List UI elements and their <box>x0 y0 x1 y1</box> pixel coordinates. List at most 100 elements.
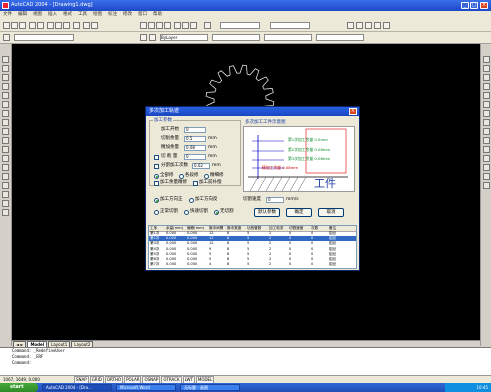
match-properties-icon[interactable] <box>73 22 80 29</box>
color-combo[interactable]: ByLayer <box>160 34 208 41</box>
layer-manager-icon[interactable] <box>347 22 354 29</box>
finish-amount-input[interactable]: 0.08 <box>184 145 206 151</box>
mode-none-radio[interactable] <box>214 210 219 215</box>
table-row[interactable]: 第6次 0.000 0.000 5 8 5 2 0 0 钼丝 <box>149 257 356 262</box>
construction-line-icon[interactable] <box>2 65 9 72</box>
dialog-close-button[interactable]: × <box>349 108 357 115</box>
table-row[interactable]: 第1次 0.000 0.000 12 8 5 2 0 0 钼丝 <box>149 231 356 236</box>
fillet-icon[interactable] <box>483 173 490 180</box>
multiline-text-icon[interactable] <box>2 209 9 216</box>
help-icon[interactable] <box>204 22 211 29</box>
minimize-button[interactable]: _ <box>461 2 469 9</box>
command-window[interactable]: Command: _RedefineUser Command: _ERF Com… <box>0 347 491 375</box>
linetype-combo[interactable] <box>212 34 260 41</box>
polyline-icon[interactable] <box>2 74 9 81</box>
menu-file[interactable]: 文件 <box>0 11 15 19</box>
properties-icon[interactable] <box>174 22 181 29</box>
zoom-window-icon[interactable] <box>156 22 163 29</box>
table-row[interactable]: 第5次 0.000 0.000 5 8 5 2 0 0 钼丝 <box>149 252 356 257</box>
menu-window[interactable]: 窗口 <box>135 11 150 19</box>
point-icon[interactable] <box>2 173 9 180</box>
copy-icon[interactable] <box>55 22 62 29</box>
multi-checkbox[interactable] <box>154 164 159 169</box>
print-icon[interactable] <box>29 22 36 29</box>
menu-format[interactable]: 格式 <box>60 11 75 19</box>
arc-icon[interactable] <box>2 101 9 108</box>
insert-block-icon[interactable] <box>2 155 9 162</box>
copy-object-icon[interactable] <box>483 65 490 72</box>
menu-draw[interactable]: 绘图 <box>90 11 105 19</box>
ok-button[interactable]: 确定 <box>286 208 312 217</box>
cut-icon[interactable] <box>47 22 54 29</box>
mirror-icon[interactable] <box>483 74 490 81</box>
zoom-previous-icon[interactable] <box>164 22 171 29</box>
pan-icon[interactable] <box>140 22 147 29</box>
array-icon[interactable] <box>483 92 490 99</box>
ellipse-arc-icon[interactable] <box>2 146 9 153</box>
task-paint[interactable]: 无标题 - 画图 <box>180 384 240 391</box>
redo-icon[interactable] <box>91 22 98 29</box>
menu-modify[interactable]: 修改 <box>120 11 135 19</box>
save-icon[interactable] <box>19 22 26 29</box>
linetype-icon[interactable] <box>374 22 381 29</box>
trim-icon[interactable] <box>483 137 490 144</box>
dir-reverse-radio[interactable] <box>189 198 194 203</box>
break-icon[interactable] <box>483 155 490 162</box>
layer-state-icon[interactable] <box>356 22 363 29</box>
table-row[interactable]: 第7次 0.000 0.000 4 8 5 2 0 0 钼丝 <box>149 262 356 267</box>
scale-icon[interactable] <box>483 119 490 126</box>
start-button[interactable]: start <box>0 383 38 392</box>
task-autocad[interactable]: AutoCAD 2004 - [Dra... <box>42 384 112 391</box>
text-style-combo[interactable] <box>220 22 260 29</box>
zoom-realtime-icon[interactable] <box>148 22 155 29</box>
rotate-icon[interactable] <box>483 110 490 117</box>
undo-icon[interactable] <box>83 22 90 29</box>
layer-previous-icon[interactable] <box>149 34 156 41</box>
table-row[interactable]: 第4次 0.000 0.000 9 8 5 2 0 0 钼丝 <box>149 247 356 252</box>
multi-input[interactable]: 0.02 <box>192 163 210 169</box>
close-button[interactable]: × <box>480 2 488 9</box>
opt-all-radio[interactable] <box>154 174 159 179</box>
table-row[interactable]: 第3次 0.000 0.000 12 8 5 2 0 0 钼丝 <box>149 241 356 246</box>
depth-checkbox[interactable] <box>154 155 159 160</box>
line-tool-icon[interactable] <box>2 56 9 63</box>
offset-icon[interactable] <box>483 83 490 90</box>
dim-style-combo[interactable] <box>270 22 310 29</box>
stretch-icon[interactable] <box>483 128 490 135</box>
hatch-icon[interactable] <box>2 182 9 189</box>
finish-only-checkbox[interactable] <box>154 181 159 186</box>
depth-input[interactable]: 0 <box>184 154 206 160</box>
process-table[interactable]: 工序 余量(mm) 偏移(mm) 脉冲间隔 脉冲宽度 功放管数 加工电流 切割速度 次数 备注 第1… <box>148 225 357 269</box>
maximize-button[interactable]: □ <box>470 2 478 9</box>
lineweight-icon[interactable] <box>383 22 390 29</box>
design-center-icon[interactable] <box>182 22 189 29</box>
compensate-checkbox[interactable] <box>193 181 198 186</box>
task-word[interactable]: Microsoft Word <box>116 384 176 391</box>
circle-icon[interactable] <box>2 110 9 117</box>
opt-each-radio[interactable] <box>179 174 184 179</box>
explode-icon[interactable] <box>483 182 490 189</box>
layer-combo[interactable] <box>14 34 74 41</box>
rectangle-icon[interactable] <box>2 92 9 99</box>
menu-edit[interactable]: 编辑 <box>15 11 30 19</box>
default-params-button[interactable]: 默认参数 <box>254 208 280 217</box>
make-object-layer-current-icon[interactable] <box>140 34 147 41</box>
mode-normal-radio[interactable] <box>154 210 159 215</box>
plot-style-combo[interactable] <box>316 34 364 41</box>
cancel-button[interactable]: 取消 <box>318 208 344 217</box>
move-icon[interactable] <box>483 101 490 108</box>
opt-fine-radio[interactable] <box>204 174 209 179</box>
spline-icon[interactable] <box>2 128 9 135</box>
menu-help[interactable]: 帮助 <box>150 11 165 19</box>
lineweight-combo[interactable] <box>264 34 312 41</box>
table-icon[interactable] <box>2 200 9 207</box>
menu-insert[interactable]: 插入 <box>45 11 60 19</box>
menu-dimension[interactable]: 标注 <box>105 11 120 19</box>
polygon-icon[interactable] <box>2 83 9 90</box>
speed-input[interactable]: 0 <box>266 197 284 203</box>
mode-fast-radio[interactable] <box>184 210 189 215</box>
menu-tools[interactable]: 工具 <box>75 11 90 19</box>
plot-preview-icon[interactable] <box>37 22 44 29</box>
region-icon[interactable] <box>2 191 9 198</box>
cut-amount-input[interactable]: 0.5 <box>184 136 206 142</box>
